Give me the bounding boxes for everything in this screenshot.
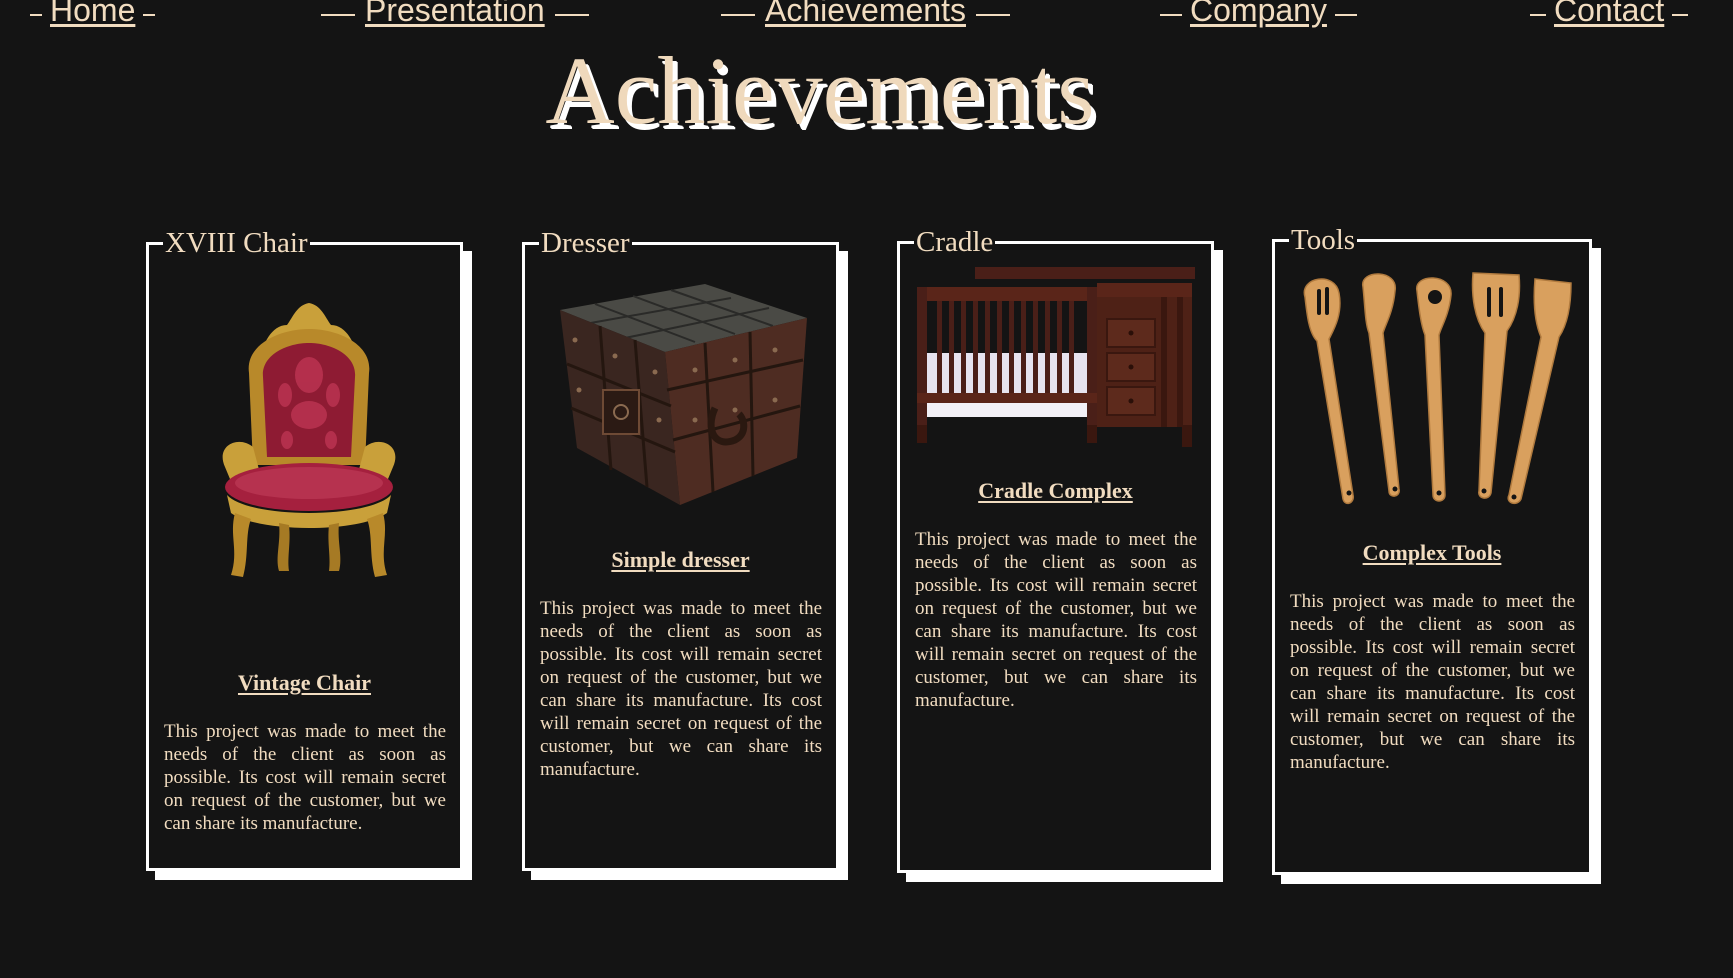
nav-divider (554, 13, 589, 16)
card-vintage-chair: XVIII Chair Vintage Chair This project w… (146, 226, 463, 871)
card-legend: Tools (1289, 223, 1358, 257)
nav-divider (143, 13, 156, 16)
card-legend: XVIII Chair (163, 226, 310, 260)
card-complex-tools: Tools Complex Tools This project was mad… (1272, 223, 1592, 875)
nav-divider (721, 13, 755, 16)
card-cradle-complex: Cradle Cradle Complex This project was m… (897, 225, 1214, 873)
nav-divider (1672, 13, 1689, 16)
card-description: This project was made to meet the needs … (164, 721, 446, 834)
nav-link-achievements[interactable]: Achievements (765, 0, 966, 28)
nav-home: Home (22, 0, 163, 30)
nav-link-company[interactable]: Company (1190, 0, 1327, 28)
card-heading[interactable]: Vintage Chair (149, 670, 460, 696)
wooden-tools-image (1303, 272, 1572, 505)
nav-link-presentation[interactable]: Presentation (365, 0, 545, 28)
nav-presentation: Presentation (311, 0, 599, 30)
nav-divider (321, 13, 355, 16)
nav-link-contact[interactable]: Contact (1554, 0, 1664, 28)
nav-link-home[interactable]: Home (50, 0, 135, 28)
nav-achievements: Achievements (711, 0, 1020, 30)
card-heading[interactable]: Simple dresser (525, 547, 836, 573)
card-description: This project was made to meet the needs … (1290, 591, 1575, 773)
card-legend: Cradle (914, 225, 996, 259)
nav-divider (30, 13, 42, 16)
vintage-chair-image (222, 303, 396, 577)
card-legend: Dresser (539, 226, 632, 260)
card-description: This project was made to meet the needs … (915, 529, 1197, 711)
nav-divider (975, 13, 1010, 16)
nav-divider (1530, 13, 1546, 16)
dresser-image (560, 284, 807, 505)
nav-company: Company (1152, 0, 1365, 30)
cradle-image (917, 267, 1195, 447)
nav-contact: Contact (1522, 0, 1696, 30)
card-description: This project was made to meet the needs … (540, 598, 822, 780)
nav-divider (1334, 13, 1357, 16)
card-heading[interactable]: Cradle Complex (900, 478, 1211, 504)
card-simple-dresser: Dresser Simple dresser This project was … (522, 226, 839, 871)
page-title: Achievements (545, 37, 1095, 144)
card-heading[interactable]: Complex Tools (1275, 540, 1589, 566)
nav-divider (1160, 13, 1182, 16)
